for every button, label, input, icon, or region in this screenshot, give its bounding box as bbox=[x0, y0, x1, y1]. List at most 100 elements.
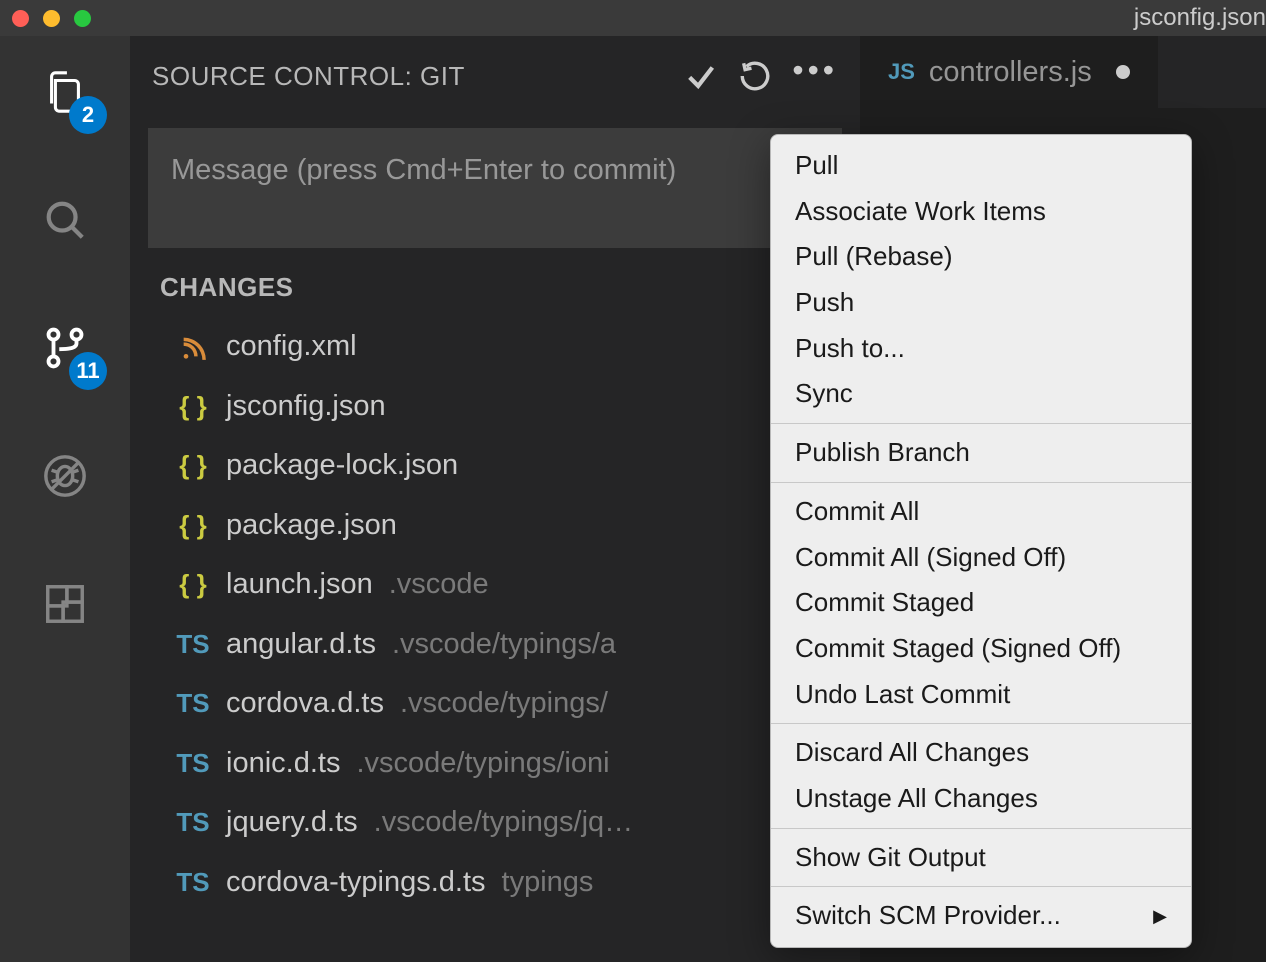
changes-list: config.xml { } jsconfig.json { } package-loc… bbox=[130, 317, 860, 912]
file-row[interactable]: TSjquery.d.ts .vscode/typings/jq…U bbox=[130, 793, 860, 853]
menu-item-label: Pull bbox=[795, 147, 838, 185]
changes-header[interactable]: CHANGES bbox=[130, 268, 860, 317]
menu-item-label: Commit All (Signed Off) bbox=[795, 539, 1066, 577]
menu-item[interactable]: Pull (Rebase) bbox=[771, 234, 1191, 280]
file-row[interactable]: { } package-lock.json bbox=[130, 436, 860, 496]
file-row[interactable]: { } jsconfig.json bbox=[130, 377, 860, 437]
activity-search[interactable] bbox=[35, 190, 95, 250]
file-name: jquery.d.ts bbox=[226, 801, 358, 845]
json-file-icon: { } bbox=[176, 446, 210, 485]
file-path: .vscode/typings/ioni bbox=[356, 742, 609, 786]
activity-source-control[interactable]: 11 bbox=[35, 318, 95, 378]
menu-item[interactable]: Publish Branch bbox=[771, 430, 1191, 476]
scm-context-menu: Pull Associate Work Items Pull (Rebase) Pus… bbox=[770, 134, 1192, 948]
ts-file-icon: TS bbox=[176, 684, 210, 723]
activity-bar: 2 11 bbox=[0, 36, 130, 962]
menu-separator bbox=[771, 828, 1191, 829]
menu-item[interactable]: Sync bbox=[771, 371, 1191, 417]
file-name: cordova-typings.d.ts bbox=[226, 861, 486, 905]
ts-file-icon: TS bbox=[176, 803, 210, 842]
menu-item-label: Sync bbox=[795, 375, 853, 413]
sidebar-header: SOURCE CONTROL: GIT ••• bbox=[130, 36, 860, 112]
menu-item[interactable]: Undo Last Commit bbox=[771, 672, 1191, 718]
file-name: ionic.d.ts bbox=[226, 742, 340, 786]
ts-file-icon: TS bbox=[176, 744, 210, 783]
file-row[interactable]: TS cordova.d.ts .vscode/typings/ bbox=[130, 674, 860, 734]
menu-item-label: Commit All bbox=[795, 493, 919, 531]
commit-message-input[interactable]: Message (press Cmd+Enter to commit) bbox=[148, 128, 842, 248]
json-file-icon: { } bbox=[176, 565, 210, 604]
file-name: jsconfig.json bbox=[226, 385, 386, 429]
menu-separator bbox=[771, 423, 1191, 424]
menu-item[interactable]: Commit All (Signed Off) bbox=[771, 535, 1191, 581]
scm-badge: 11 bbox=[69, 352, 107, 390]
json-file-icon: { } bbox=[176, 506, 210, 545]
file-row[interactable]: { } package.json bbox=[130, 496, 860, 556]
activity-explorer[interactable]: 2 bbox=[35, 62, 95, 122]
extensions-icon bbox=[42, 581, 88, 627]
menu-item[interactable]: Commit Staged bbox=[771, 580, 1191, 626]
file-path: .vscode/typings/ bbox=[400, 682, 608, 726]
editor-tabs: JS controllers.js bbox=[860, 36, 1266, 108]
file-name: config.xml bbox=[226, 325, 357, 369]
file-name: package-lock.json bbox=[226, 444, 458, 488]
file-row[interactable]: config.xml bbox=[130, 317, 860, 377]
tab-controllers-js[interactable]: JS controllers.js bbox=[860, 36, 1158, 108]
menu-item[interactable]: Unstage All Changes bbox=[771, 776, 1191, 822]
window-maximize-button[interactable] bbox=[74, 10, 91, 27]
menu-separator bbox=[771, 482, 1191, 483]
file-row[interactable]: TS ionic.d.ts .vscode/typings/ioni bbox=[130, 734, 860, 794]
more-actions[interactable]: ••• bbox=[792, 54, 838, 98]
submenu-arrow-icon: ▶ bbox=[1153, 903, 1167, 929]
json-file-icon: { } bbox=[176, 387, 210, 426]
menu-item[interactable]: Associate Work Items bbox=[771, 189, 1191, 235]
search-icon bbox=[42, 197, 88, 243]
explorer-badge: 2 bbox=[69, 96, 107, 134]
window-minimize-button[interactable] bbox=[43, 10, 60, 27]
ellipsis-icon: ••• bbox=[792, 54, 838, 86]
menu-item[interactable]: Commit All bbox=[771, 489, 1191, 535]
file-name: angular.d.ts bbox=[226, 623, 376, 667]
rss-file-icon bbox=[176, 333, 210, 361]
menu-item-label: Discard All Changes bbox=[795, 734, 1029, 772]
menu-item-label: Associate Work Items bbox=[795, 193, 1046, 231]
menu-item-label: Undo Last Commit bbox=[795, 676, 1010, 714]
window-close-button[interactable] bbox=[12, 10, 29, 27]
refresh-action[interactable] bbox=[738, 59, 772, 93]
menu-item[interactable]: Pull bbox=[771, 143, 1191, 189]
menu-item-label: Commit Staged bbox=[795, 584, 974, 622]
file-row[interactable]: TS angular.d.ts .vscode/typings/a bbox=[130, 615, 860, 675]
menu-item[interactable]: Push to... bbox=[771, 326, 1191, 372]
ts-file-icon: TS bbox=[176, 625, 210, 664]
file-row[interactable]: TScordova-typings.d.ts typingsU bbox=[130, 853, 860, 913]
menu-item[interactable]: Show Git Output bbox=[771, 835, 1191, 881]
activity-debug[interactable] bbox=[35, 446, 95, 506]
menu-item-label: Show Git Output bbox=[795, 839, 986, 877]
titlebar: jsconfig.json bbox=[0, 0, 1266, 36]
file-path: .vscode/typings/jq… bbox=[374, 801, 634, 845]
refresh-icon bbox=[738, 59, 772, 93]
menu-item-label: Switch SCM Provider... bbox=[795, 897, 1061, 935]
menu-item[interactable]: Discard All Changes bbox=[771, 730, 1191, 776]
menu-item-label: Publish Branch bbox=[795, 434, 970, 472]
file-path: typings bbox=[502, 861, 594, 905]
menu-separator bbox=[771, 886, 1191, 887]
file-name: package.json bbox=[226, 504, 397, 548]
menu-item-label: Commit Staged (Signed Off) bbox=[795, 630, 1121, 668]
commit-action[interactable] bbox=[684, 59, 718, 93]
menu-item[interactable]: Push bbox=[771, 280, 1191, 326]
source-control-sidebar: SOURCE CONTROL: GIT ••• Message (press C… bbox=[130, 36, 860, 962]
menu-item-label: Pull (Rebase) bbox=[795, 238, 953, 276]
menu-item-label: Push to... bbox=[795, 330, 905, 368]
sidebar-title: SOURCE CONTROL: GIT bbox=[152, 61, 664, 92]
activity-extensions[interactable] bbox=[35, 574, 95, 634]
menu-separator bbox=[771, 723, 1191, 724]
file-name: cordova.d.ts bbox=[226, 682, 384, 726]
js-file-icon: JS bbox=[888, 59, 915, 85]
file-path: .vscode/typings/a bbox=[392, 623, 616, 667]
menu-item[interactable]: Switch SCM Provider... ▶ bbox=[771, 893, 1191, 939]
menu-item[interactable]: Commit Staged (Signed Off) bbox=[771, 626, 1191, 672]
file-row[interactable]: { }launch.json .vscode bbox=[130, 555, 860, 615]
no-bug-icon bbox=[42, 453, 88, 499]
window-title: jsconfig.json bbox=[1134, 4, 1266, 32]
